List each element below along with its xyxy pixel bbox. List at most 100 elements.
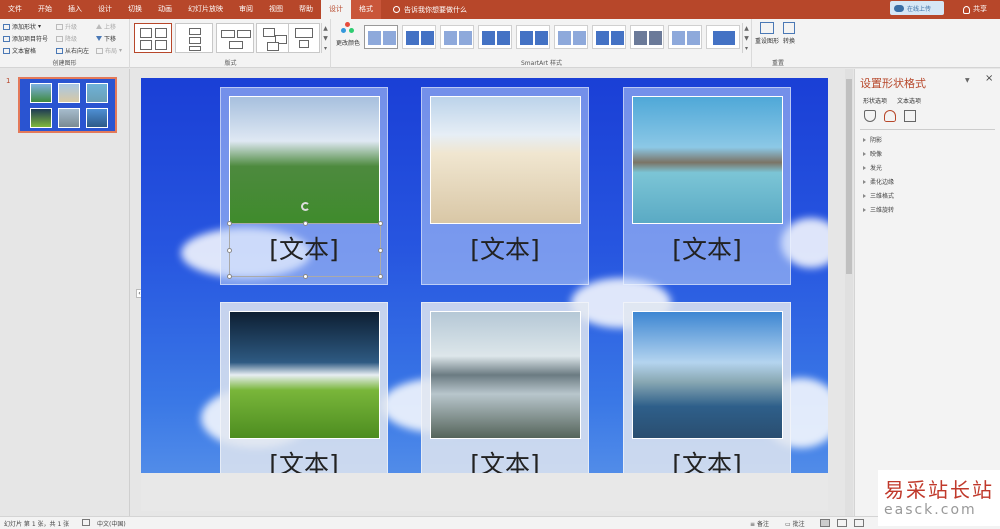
smartart-style-6[interactable] [554,25,588,49]
convert-button[interactable]: 转换 [783,22,795,45]
card-text[interactable]: [文本] [422,230,588,266]
slide-sorter-icon[interactable] [837,519,847,527]
smartart-style-1[interactable] [364,25,398,49]
effects-icon[interactable] [884,110,896,122]
tab-transitions[interactable]: 切换 [120,0,150,19]
image-card[interactable]: [文本] [421,87,589,285]
notes-button[interactable]: ≡ 备注 [750,519,769,528]
layout-option-3[interactable] [216,23,254,53]
resize-handle[interactable] [378,248,383,253]
normal-view-icon[interactable] [820,519,830,527]
tab-smartart-format[interactable]: 格式 [351,0,381,19]
tab-insert[interactable]: 插入 [60,0,90,19]
image-card[interactable]: [文本] [623,302,791,500]
vertical-scrollbar[interactable] [845,69,853,516]
tab-animations[interactable]: 动画 [150,0,180,19]
resize-handle[interactable] [378,221,383,226]
photo-rocky-lake [430,311,581,439]
online-upload-label: 在线上传 [907,5,932,13]
tell-me-search[interactable]: 告诉我你想要做什么 [393,5,467,15]
image-card[interactable]: [文本] [220,302,388,500]
image-card[interactable]: [文本] [623,87,791,285]
text-pane-button[interactable]: 文本窗格 [3,46,36,55]
reset-graphic-button[interactable]: 重设图形 [755,22,779,45]
close-icon[interactable]: × [985,73,993,84]
convert-icon [783,22,795,34]
smartart-style-3[interactable] [440,25,474,49]
reading-view-icon[interactable] [854,519,864,527]
smartart-style-8[interactable] [630,25,664,49]
size-properties-icon[interactable] [904,110,916,122]
styles-gallery-scroll[interactable]: ▲ ▼ ▾ [742,23,750,53]
promote-button[interactable]: 升级 [56,22,77,31]
section-shadow[interactable]: 阴影 [863,135,882,144]
pane-options-chevron-icon[interactable]: ▼ [965,77,970,84]
section-glow[interactable]: 发光 [863,163,882,172]
tab-shape-options[interactable]: 形状选项 [863,96,887,105]
smartart-style-5[interactable] [516,25,550,49]
layout-shape [299,40,309,48]
card-text[interactable]: [文本] [624,230,790,266]
layout-option-1[interactable] [134,23,172,53]
smartart-style-2[interactable] [402,25,436,49]
resize-handle[interactable] [303,274,308,279]
tab-smartart-design[interactable]: 设计 [321,0,351,19]
layout-shape [189,28,201,35]
slide-thumbnail[interactable] [18,77,117,133]
section-reflection[interactable]: 映像 [863,149,882,158]
add-shape-button[interactable]: 添加形状 ▾ [3,22,41,31]
share-label: 共享 [973,5,987,13]
section-soft-edges[interactable]: 柔化边缘 [863,177,894,186]
right-to-left-button[interactable]: 从右向左 [56,46,89,55]
status-bar: 幻灯片 第 1 张，共 1 张 中文(中国) ≡ 备注 ▭ 批注 [0,516,1000,529]
online-upload-button[interactable]: 在线上传 [890,1,944,15]
layout-shape [140,28,152,38]
tab-review[interactable]: 审阅 [231,0,261,19]
resize-handle[interactable] [227,248,232,253]
tab-home[interactable]: 开始 [30,0,60,19]
section-3d-rotation[interactable]: 三维旋转 [863,205,894,214]
resize-handle[interactable] [303,221,308,226]
smartart-styles-group-label: SmartArt 样式 [521,60,562,67]
rotate-handle-icon[interactable] [301,202,310,211]
smartart-style-10[interactable] [706,25,740,49]
add-bullet-button[interactable]: 添加项目符号 [3,34,48,43]
layout-shape [267,42,279,51]
layout-button[interactable]: 布局 ▾ [96,46,122,55]
layout-option-5[interactable] [288,23,320,53]
fill-line-icon[interactable] [864,110,876,122]
photo-lake [632,96,783,224]
format-shape-pane: 设置形状格式 ▼ × 形状选项 文本选项 阴影 映像 发光 柔化边缘 三维格式 … [854,69,1000,516]
resize-handle[interactable] [378,274,383,279]
language-indicator[interactable]: 中文(中国) [97,519,126,528]
section-3d-format[interactable]: 三维格式 [863,191,894,200]
layouts-gallery-scroll[interactable]: ▲ ▼ ▾ [321,23,329,53]
resize-handle[interactable] [227,221,232,226]
spell-check-icon[interactable] [82,519,90,526]
change-colors-button[interactable]: 更改颜色 [335,22,361,47]
tab-design[interactable]: 设计 [90,0,120,19]
tab-view[interactable]: 视图 [261,0,291,19]
arrow-down-icon [96,36,102,41]
smartart-style-4[interactable] [478,25,512,49]
tab-text-options[interactable]: 文本选项 [897,96,921,105]
scrollbar-thumb[interactable] [846,79,852,274]
comments-button[interactable]: ▭ 批注 [785,519,805,528]
move-up-button[interactable]: 上移 [96,22,116,31]
tab-help[interactable]: 帮助 [291,0,321,19]
tab-file[interactable]: 文件 [0,0,30,19]
image-card[interactable]: [文本] [421,302,589,500]
smartart-style-7[interactable] [592,25,626,49]
layout-option-2[interactable] [175,23,213,53]
resize-handle[interactable] [227,274,232,279]
share-button[interactable]: 共享 [963,0,987,19]
slide-thumbnails-pane: 1 [0,69,130,516]
slide-canvas[interactable]: [文本] [文本] [文本] [文本] [文本] [文本] [141,78,828,511]
move-down-button[interactable]: 下移 [96,34,116,43]
ribbon: 添加形状 ▾ 添加项目符号 文本窗格 升级 降级 从右向左 上移 下移 布局 ▾… [0,19,1000,68]
smartart-styles-group: 更改颜色 ▲ ▼ ▾ SmartArt 样式 [332,19,752,68]
demote-button[interactable]: 降级 [56,34,77,43]
tab-slideshow[interactable]: 幻灯片放映 [180,0,231,19]
smartart-style-9[interactable] [668,25,702,49]
expand-arrow-icon [863,193,866,198]
